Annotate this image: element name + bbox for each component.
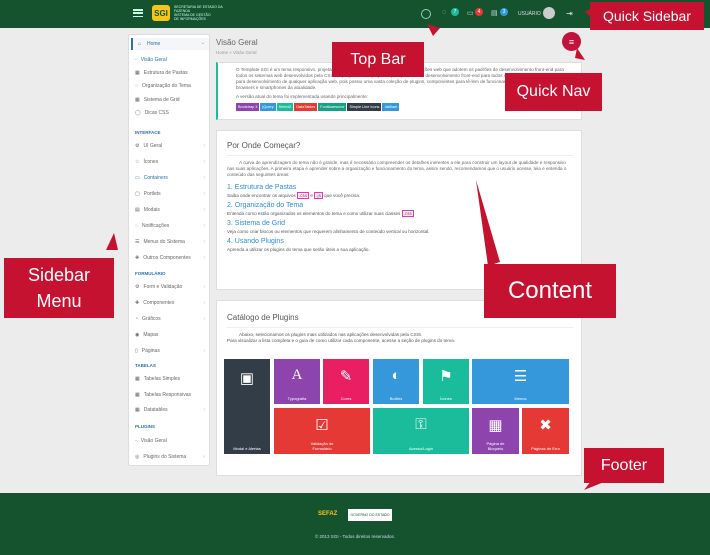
callout-quick-sidebar: Quick Sidebar (590, 2, 704, 30)
callout-content: Content (484, 264, 616, 318)
callout-top-bar: Top Bar (332, 42, 424, 77)
callout-footer: Footer (584, 448, 664, 483)
callout-quick-nav: Quick Nav (505, 73, 602, 111)
callout-sidebar-menu: Sidebar Menu (4, 258, 114, 318)
arrow-sidebar (106, 233, 118, 250)
arrow-content (476, 180, 500, 266)
arrow-quick-nav (575, 48, 585, 60)
arrow-top-bar (427, 24, 440, 36)
